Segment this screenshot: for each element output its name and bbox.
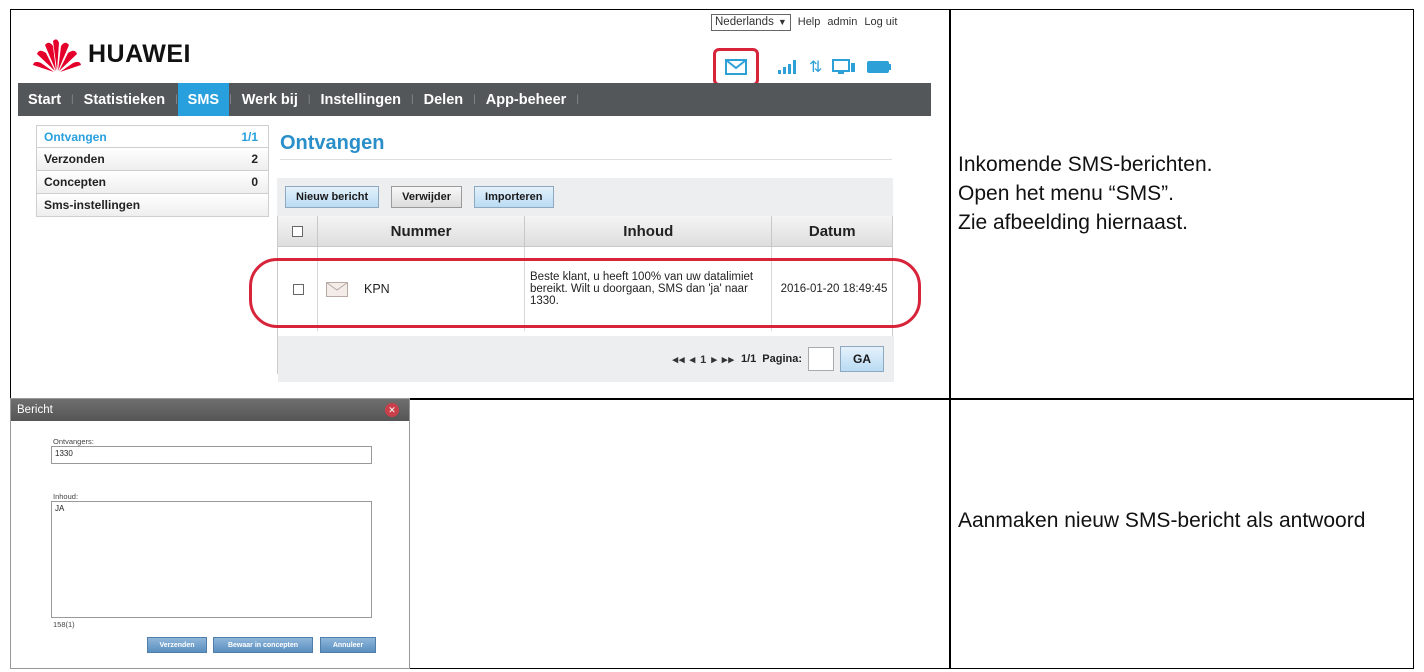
language-value: Nederlands: [715, 16, 774, 28]
close-icon[interactable]: ✕: [385, 403, 399, 417]
chevron-down-icon: ▼: [777, 17, 787, 27]
top-links-bar: Nederlands ▼ Help admin Log uit: [711, 13, 897, 31]
dialog-title: Bericht: [17, 404, 53, 416]
sidebar-item-count: 2: [251, 152, 258, 166]
mail-icon: [725, 59, 747, 75]
dialog-header: Bericht ✕: [11, 399, 409, 421]
sidebar-item-sms-instellingen[interactable]: Sms-instellingen: [36, 194, 269, 217]
select-all-checkbox[interactable]: [291, 225, 303, 237]
table-header: Nummer Inhoud Datum: [278, 216, 892, 247]
nav-delen[interactable]: Delen: [414, 83, 474, 116]
nav-instellingen[interactable]: Instellingen: [310, 83, 411, 116]
message-highlight-oval: [249, 258, 921, 328]
sidebar-item-ontvangen[interactable]: Ontvangen 1/1: [36, 125, 269, 148]
sidebar-item-count: 0: [251, 175, 258, 189]
sidebar-item-concepten[interactable]: Concepten 0: [36, 171, 269, 194]
character-count: 158(1): [53, 620, 75, 629]
pager-controls[interactable]: ◂◂ ◂ 1 ▸ ▸▸: [672, 353, 734, 366]
sms-toolbar: Nieuw bericht Verwijder Importeren: [277, 178, 893, 216]
description-incoming: Inkomende SMS-berichten. Open het menu “…: [958, 150, 1212, 237]
help-link[interactable]: Help: [798, 16, 821, 28]
table-column-divider: [949, 10, 951, 668]
sidebar-item-label: Sms-instellingen: [44, 198, 141, 212]
sms-sidebar: Ontvangen 1/1 Verzonden 2 Concepten 0 Sm…: [36, 125, 269, 217]
nav-sms[interactable]: SMS: [177, 83, 230, 116]
sidebar-item-label: Ontvangen: [44, 129, 107, 144]
content-label: Inhoud:: [53, 492, 79, 501]
description-line: Inkomende SMS-berichten.: [958, 153, 1213, 176]
sidebar-item-label: Verzonden: [44, 152, 105, 166]
router-sms-screenshot: Nederlands ▼ Help admin Log uit HUAWEI ⇅…: [18, 10, 931, 386]
description-new-message: Aanmaken nieuw SMS-bericht als antwoord: [958, 509, 1366, 532]
nav-start[interactable]: Start: [18, 83, 71, 116]
page-number-input[interactable]: [808, 347, 834, 371]
admin-link[interactable]: admin: [827, 16, 857, 28]
header-content: Inhoud: [525, 216, 773, 246]
nav-separator: |: [576, 94, 579, 105]
sidebar-item-label: Concepten: [44, 175, 107, 189]
nav-statistieken[interactable]: Statistieken: [74, 83, 175, 116]
main-navigation: Start | Statistieken | SMS | Werk bij | …: [18, 83, 931, 116]
recipients-input[interactable]: 1330: [51, 446, 372, 464]
send-button[interactable]: Verzenden: [147, 637, 207, 653]
logout-link[interactable]: Log uit: [864, 16, 897, 28]
nav-werk-bij[interactable]: Werk bij: [232, 83, 308, 116]
battery-icon: [867, 61, 892, 73]
language-select[interactable]: Nederlands ▼: [711, 13, 791, 31]
header-number: Nummer: [318, 216, 526, 246]
huawei-logo: HUAWEI: [32, 35, 191, 73]
new-message-button[interactable]: Nieuw bericht: [285, 186, 380, 208]
import-button[interactable]: Importeren: [474, 186, 554, 208]
huawei-flower-icon: [33, 39, 81, 72]
description-line: Zie afbeelding hiernaast.: [958, 211, 1188, 234]
nav-app-beheer[interactable]: App-beheer: [476, 83, 577, 116]
description-line: Open het menu “SMS”.: [958, 182, 1174, 205]
save-draft-button[interactable]: Bewaar in concepten: [213, 637, 313, 653]
status-icons: ⇅: [713, 48, 892, 86]
cancel-button[interactable]: Annuleer: [320, 637, 376, 653]
device-connected-icon: [832, 59, 856, 74]
brand-name: HUAWEI: [88, 39, 191, 68]
new-message-dialog: Bericht ✕ Ontvangers: 1330 Inhoud: JA 15…: [10, 398, 410, 669]
table-pager: ◂◂ ◂ 1 ▸ ▸▸ 1/1 Pagina: GA: [278, 336, 894, 382]
title-divider: [280, 159, 892, 160]
header-select-cell: [278, 216, 318, 246]
data-transfer-icon: ⇅: [809, 59, 823, 76]
header-date: Datum: [808, 222, 856, 240]
pager-pages: 1/1: [740, 353, 757, 365]
content-textarea[interactable]: JA: [51, 501, 372, 618]
signal-strength-icon: [778, 60, 796, 74]
page-title: Ontvangen: [280, 132, 385, 154]
sidebar-item-verzonden[interactable]: Verzonden 2: [36, 148, 269, 171]
page-label: Pagina:: [762, 353, 802, 365]
sidebar-item-count: 1/1: [241, 129, 258, 144]
delete-button[interactable]: Verwijder: [391, 186, 463, 208]
go-button[interactable]: GA: [840, 346, 884, 372]
recipients-label: Ontvangers:: [53, 437, 94, 446]
sms-notification-highlight[interactable]: [713, 48, 759, 86]
